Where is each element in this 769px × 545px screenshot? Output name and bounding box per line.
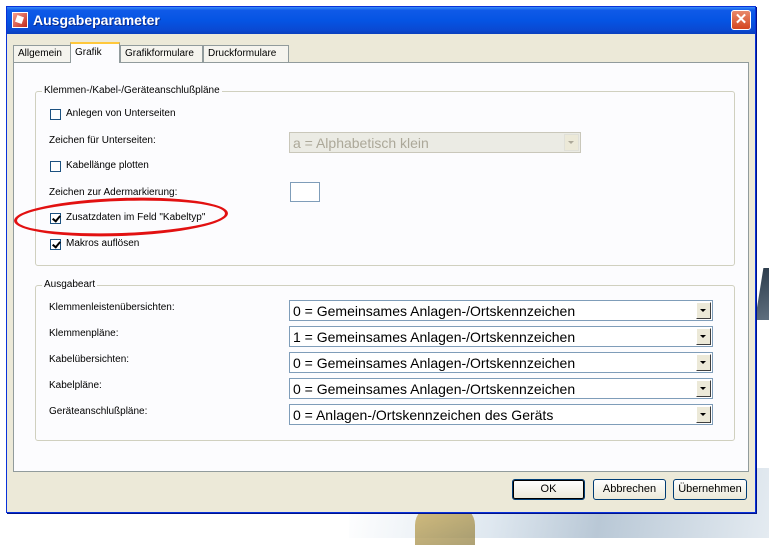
input-adermarkierung[interactable] <box>290 182 320 202</box>
cancel-button[interactable]: Abbrechen <box>593 479 666 500</box>
tab-panel-grafik: Klemmen-/Kabel-/Geräteanschlußpläne Anle… <box>13 62 749 472</box>
chevron-down-icon[interactable] <box>564 134 579 151</box>
background-letter-shape <box>755 268 769 320</box>
window-title: Ausgabeparameter <box>33 12 160 28</box>
select-kabelplaene[interactable]: 0 = Gemeinsames Anlagen-/Ortskennzeichen <box>289 378 713 399</box>
group-klemmen-kabel: Klemmen-/Kabel-/Geräteanschlußpläne Anle… <box>35 85 735 266</box>
select-value: 1 = Gemeinsames Anlagen-/Ortskennzeichen <box>293 329 576 345</box>
group-ausgabeart: Ausgabeart Klemmenleistenübersichten: 0 … <box>35 279 735 441</box>
chevron-down-icon[interactable] <box>696 328 711 345</box>
group-legend: Ausgabeart <box>42 279 98 290</box>
apply-button[interactable]: Übernehmen <box>673 479 747 500</box>
label-klemmenplaene: Klemmenpläne: <box>49 328 119 339</box>
select-zeichen-unterseiten[interactable]: a = Alphabetisch klein <box>289 132 581 153</box>
checkbox-makros[interactable] <box>50 239 61 250</box>
select-klemmenplaene[interactable]: 1 = Gemeinsames Anlagen-/Ortskennzeichen <box>289 326 713 347</box>
select-klemmenleistenuebersichten[interactable]: 0 = Gemeinsames Anlagen-/Ortskennzeichen <box>289 300 713 321</box>
group-legend: Klemmen-/Kabel-/Geräteanschlußpläne <box>42 85 222 96</box>
select-value: 0 = Gemeinsames Anlagen-/Ortskennzeichen <box>293 381 576 397</box>
select-value: a = Alphabetisch klein <box>293 135 429 151</box>
select-geraeteanschlussplaene[interactable]: 0 = Anlagen-/Ortskennzeichen des Geräts <box>289 404 713 425</box>
chevron-down-icon[interactable] <box>696 354 711 371</box>
tab-druckformulare[interactable]: Druckformulare <box>203 45 289 62</box>
dialog-window: Ausgabeparameter ✕ Allgemein Grafik Graf… <box>6 6 756 513</box>
select-value: 0 = Gemeinsames Anlagen-/Ortskennzeichen <box>293 303 576 319</box>
select-value: 0 = Gemeinsames Anlagen-/Ortskennzeichen <box>293 355 576 371</box>
chevron-down-icon[interactable] <box>696 302 711 319</box>
label-kabelplaene: Kabelpläne: <box>49 380 102 391</box>
tab-allgemein[interactable]: Allgemein <box>13 45 71 62</box>
ok-button[interactable]: OK <box>512 479 585 500</box>
close-button[interactable]: ✕ <box>731 10 751 30</box>
select-value: 0 = Anlagen-/Ortskennzeichen des Geräts <box>293 407 554 423</box>
checkbox-kabellaenge[interactable] <box>50 161 61 172</box>
label-zeichen-unterseiten: Zeichen für Unterseiten: <box>49 135 156 146</box>
chevron-down-icon[interactable] <box>696 406 711 423</box>
label-makros: Makros auflösen <box>66 238 140 249</box>
title-bar[interactable]: Ausgabeparameter ✕ <box>7 7 755 34</box>
label-kabellaenge: Kabellänge plotten <box>66 160 149 171</box>
chevron-down-icon[interactable] <box>696 380 711 397</box>
tab-grafikformulare[interactable]: Grafikformulare <box>120 45 203 62</box>
label-geraeteanschlussplaene: Geräteanschlußpläne: <box>49 406 148 417</box>
label-anlegen-unterseiten: Anlegen von Unterseiten <box>66 108 176 119</box>
label-adermarkierung: Zeichen zur Adermarkierung: <box>49 187 178 198</box>
close-icon: ✕ <box>734 11 748 28</box>
checkbox-anlegen-unterseiten[interactable] <box>50 109 61 120</box>
label-kabeluebersichten: Kabelübersichten: <box>49 354 130 365</box>
select-kabeluebersichten[interactable]: 0 = Gemeinsames Anlagen-/Ortskennzeichen <box>289 352 713 373</box>
app-icon <box>12 12 28 28</box>
tab-grafik[interactable]: Grafik <box>70 42 120 63</box>
label-klemmenleistenuebersichten: Klemmenleistenübersichten: <box>49 302 175 313</box>
